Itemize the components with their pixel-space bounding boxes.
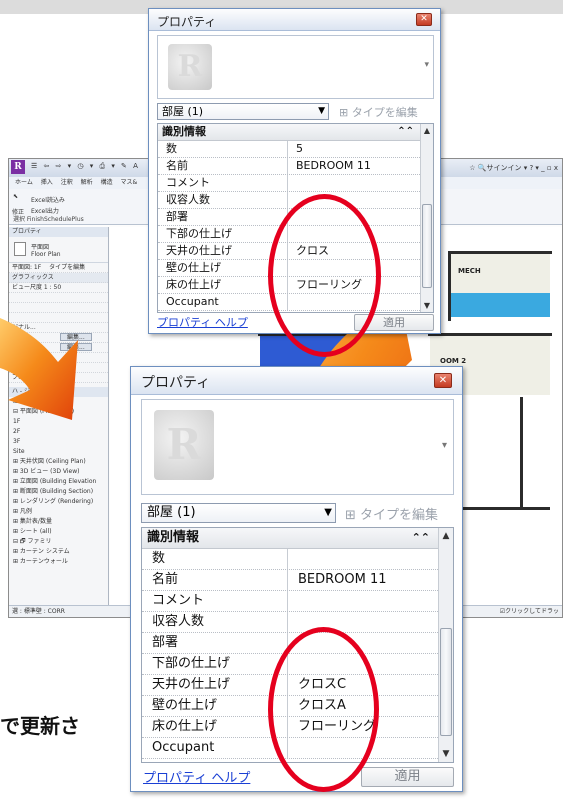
property-row[interactable]: コメント bbox=[158, 175, 420, 192]
property-key: 下部の仕上げ bbox=[142, 654, 288, 674]
properties-help-link[interactable]: プロパティ ヘルプ bbox=[143, 767, 250, 786]
property-row[interactable]: 収容人数 bbox=[158, 192, 420, 209]
scroll-up-icon[interactable]: ▲ bbox=[439, 531, 453, 541]
section-header-identity[interactable]: 識別情報 ⌃⌃ bbox=[142, 528, 438, 549]
close-icon[interactable]: ✕ bbox=[434, 373, 452, 388]
property-key: Occupant bbox=[142, 738, 288, 758]
apply-button[interactable]: 適用 bbox=[361, 767, 454, 787]
property-key: 数 bbox=[158, 141, 288, 157]
close-icon[interactable]: ✕ bbox=[416, 13, 432, 26]
type-preview[interactable]: R ▾ bbox=[141, 399, 454, 495]
chevron-down-icon: ▼ bbox=[324, 507, 332, 518]
category-select-value: 部屋 (1) bbox=[147, 505, 196, 520]
edit-type-label: タイプを編集 bbox=[351, 106, 418, 119]
property-key: 壁の仕上げ bbox=[142, 696, 288, 716]
scroll-up-icon[interactable]: ▲ bbox=[421, 126, 433, 135]
collapse-icon[interactable]: ⌃⌃ bbox=[412, 528, 430, 548]
property-key: 収容人数 bbox=[158, 192, 288, 208]
property-key: 数 bbox=[142, 549, 288, 569]
scroll-down-icon[interactable]: ▼ bbox=[439, 749, 453, 759]
section-title: 識別情報 bbox=[162, 125, 206, 138]
dialog-titlebar[interactable]: プロパティ ✕ bbox=[149, 9, 440, 31]
property-value[interactable]: BEDROOM 11 bbox=[296, 158, 371, 174]
chevron-down-icon: ▾ bbox=[424, 60, 429, 70]
property-key: 部署 bbox=[158, 209, 288, 225]
scroll-thumb[interactable] bbox=[422, 204, 432, 288]
highlight-ellipse-top bbox=[268, 194, 381, 357]
property-key: 下部の仕上げ bbox=[158, 226, 288, 242]
property-value[interactable]: 5 bbox=[296, 141, 303, 157]
chevron-down-icon: ▾ bbox=[441, 440, 447, 451]
edit-type-icon: ⊞ bbox=[339, 106, 349, 119]
property-value[interactable]: BEDROOM 11 bbox=[298, 570, 387, 590]
category-select-value: 部屋 (1) bbox=[162, 105, 204, 118]
dialog-titlebar[interactable]: プロパティ ✕ bbox=[131, 367, 462, 395]
section-header-identity[interactable]: 識別情報 ⌃⌃ bbox=[158, 124, 420, 141]
edit-type-button[interactable]: ⊞ タイプを編集 bbox=[345, 504, 438, 523]
dialog-title: プロパティ bbox=[157, 15, 217, 29]
revit-family-icon: R bbox=[168, 44, 212, 90]
property-key: 収容人数 bbox=[142, 612, 288, 632]
section-title: 識別情報 bbox=[147, 530, 200, 545]
scroll-thumb[interactable] bbox=[440, 628, 452, 736]
property-key: 部署 bbox=[142, 633, 288, 653]
revit-family-icon: R bbox=[154, 410, 214, 480]
scroll-down-icon[interactable]: ▼ bbox=[421, 301, 433, 310]
property-row[interactable]: 数 bbox=[142, 549, 438, 570]
property-row[interactable]: コメント bbox=[142, 591, 438, 612]
property-row[interactable]: 収容人数 bbox=[142, 612, 438, 633]
edit-type-label: タイプを編集 bbox=[360, 508, 439, 523]
property-key: 名前 bbox=[142, 570, 288, 590]
type-preview[interactable]: R ▾ bbox=[157, 35, 434, 99]
category-select[interactable]: 部屋 (1) ▼ bbox=[157, 103, 329, 120]
property-key: Occupant bbox=[158, 294, 288, 310]
property-key: 天井の仕上げ bbox=[142, 675, 288, 695]
highlight-ellipse-bottom bbox=[268, 627, 379, 792]
property-key: コメント bbox=[158, 175, 288, 191]
property-row[interactable]: 名前 BEDROOM 11 bbox=[158, 158, 420, 175]
category-select[interactable]: 部屋 (1) ▼ bbox=[141, 503, 336, 523]
property-row[interactable]: 名前 BEDROOM 11 bbox=[142, 570, 438, 591]
callout-text: で更新さ bbox=[0, 714, 80, 738]
edit-type-button[interactable]: ⊞ タイプを編集 bbox=[339, 104, 418, 120]
scrollbar[interactable]: ▲ ▼ bbox=[438, 528, 453, 762]
property-key: 名前 bbox=[158, 158, 288, 174]
properties-help-link[interactable]: プロパティ ヘルプ bbox=[157, 314, 248, 330]
dialog-title: プロパティ bbox=[141, 375, 211, 391]
arrow-left bbox=[0, 318, 78, 420]
chevron-down-icon: ▼ bbox=[318, 106, 325, 116]
collapse-icon[interactable]: ⌃⌃ bbox=[397, 124, 414, 140]
property-key: 床の仕上げ bbox=[142, 717, 288, 737]
property-row[interactable]: 数5 bbox=[158, 141, 420, 158]
edit-type-icon: ⊞ bbox=[345, 508, 356, 523]
property-key: コメント bbox=[142, 591, 288, 611]
scrollbar[interactable]: ▲ ▼ bbox=[420, 124, 433, 312]
